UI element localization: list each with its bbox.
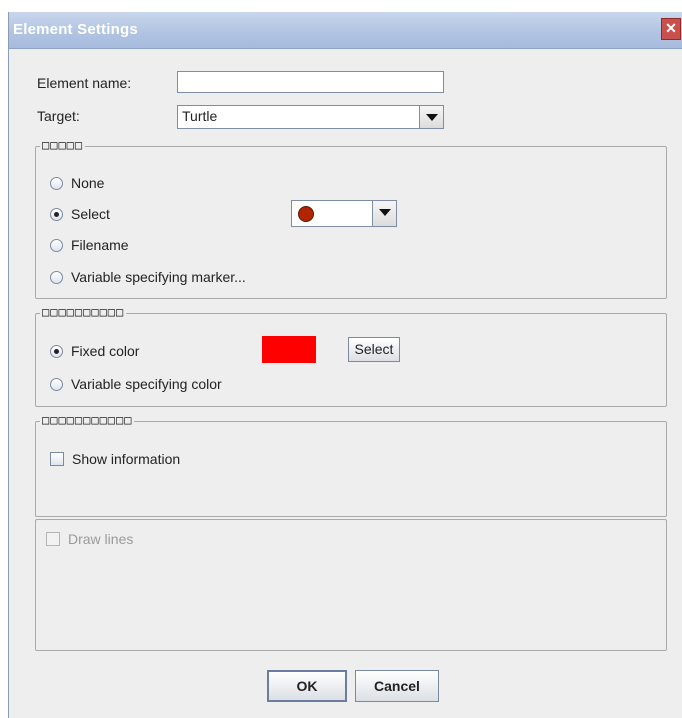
show-information-row[interactable]: Show information xyxy=(50,451,180,467)
cancel-button-label: Cancel xyxy=(374,678,420,694)
color-option-fixed[interactable]: Fixed color xyxy=(50,343,139,359)
ok-button[interactable]: OK xyxy=(267,670,347,702)
element-settings-dialog: Element Settings ✕ Element name: Target:… xyxy=(8,12,682,718)
radio-select-label: Select xyxy=(71,206,110,222)
radio-filename[interactable] xyxy=(50,238,63,252)
radio-variable-marker-label: Variable specifying marker... xyxy=(71,269,246,285)
radio-none-label: None xyxy=(71,175,105,191)
close-icon[interactable]: ✕ xyxy=(661,18,681,40)
marker-option-select[interactable]: Select xyxy=(50,206,110,222)
color-group-legend: □□□□□□□□□□ xyxy=(40,305,127,319)
marker-option-none[interactable]: None xyxy=(50,175,104,191)
chevron-down-icon[interactable] xyxy=(372,201,396,226)
marker-option-filename[interactable]: Filename xyxy=(50,237,129,253)
radio-none[interactable] xyxy=(50,176,63,190)
radio-variable-marker[interactable] xyxy=(50,270,63,284)
info-group-legend: □□□□□□□□□□□ xyxy=(40,413,135,427)
marker-group: □□□□□ None Select Filename Variable spec… xyxy=(35,138,667,299)
marker-group-legend: □□□□□ xyxy=(40,138,86,152)
radio-fixed-color[interactable] xyxy=(50,344,63,358)
show-information-checkbox[interactable] xyxy=(50,452,64,466)
select-color-button[interactable]: Select xyxy=(348,337,400,362)
title-bar[interactable]: Element Settings ✕ xyxy=(9,12,682,49)
red-ball-icon xyxy=(298,206,314,222)
element-name-label: Element name: xyxy=(37,75,132,91)
ok-button-label: OK xyxy=(296,678,318,694)
draw-lines-label: Draw lines xyxy=(68,531,134,547)
chevron-down-icon[interactable] xyxy=(419,106,443,128)
radio-variable-color[interactable] xyxy=(50,377,63,391)
draw-lines-checkbox xyxy=(46,532,60,546)
target-label: Target: xyxy=(37,108,80,124)
radio-select[interactable] xyxy=(50,207,63,221)
color-option-variable[interactable]: Variable specifying color xyxy=(50,376,222,392)
info-group: □□□□□□□□□□□ Show information xyxy=(35,413,667,517)
radio-filename-label: Filename xyxy=(71,237,129,253)
color-swatch xyxy=(262,336,316,363)
target-combobox[interactable]: Turtle xyxy=(177,105,444,129)
marker-combobox[interactable] xyxy=(291,200,397,227)
marker-option-variable[interactable]: Variable specifying marker... xyxy=(50,269,246,285)
element-name-input[interactable] xyxy=(177,71,444,93)
color-group: □□□□□□□□□□ Fixed color Variable specifyi… xyxy=(35,305,667,407)
draw-lines-row: Draw lines xyxy=(46,531,133,547)
cancel-button[interactable]: Cancel xyxy=(355,670,439,702)
dialog-title: Element Settings xyxy=(13,21,138,38)
radio-variable-color-label: Variable specifying color xyxy=(71,376,222,392)
radio-fixed-color-label: Fixed color xyxy=(71,343,140,359)
target-value: Turtle xyxy=(182,108,218,124)
lines-group: Draw lines xyxy=(35,519,667,651)
show-information-label: Show information xyxy=(72,451,181,467)
